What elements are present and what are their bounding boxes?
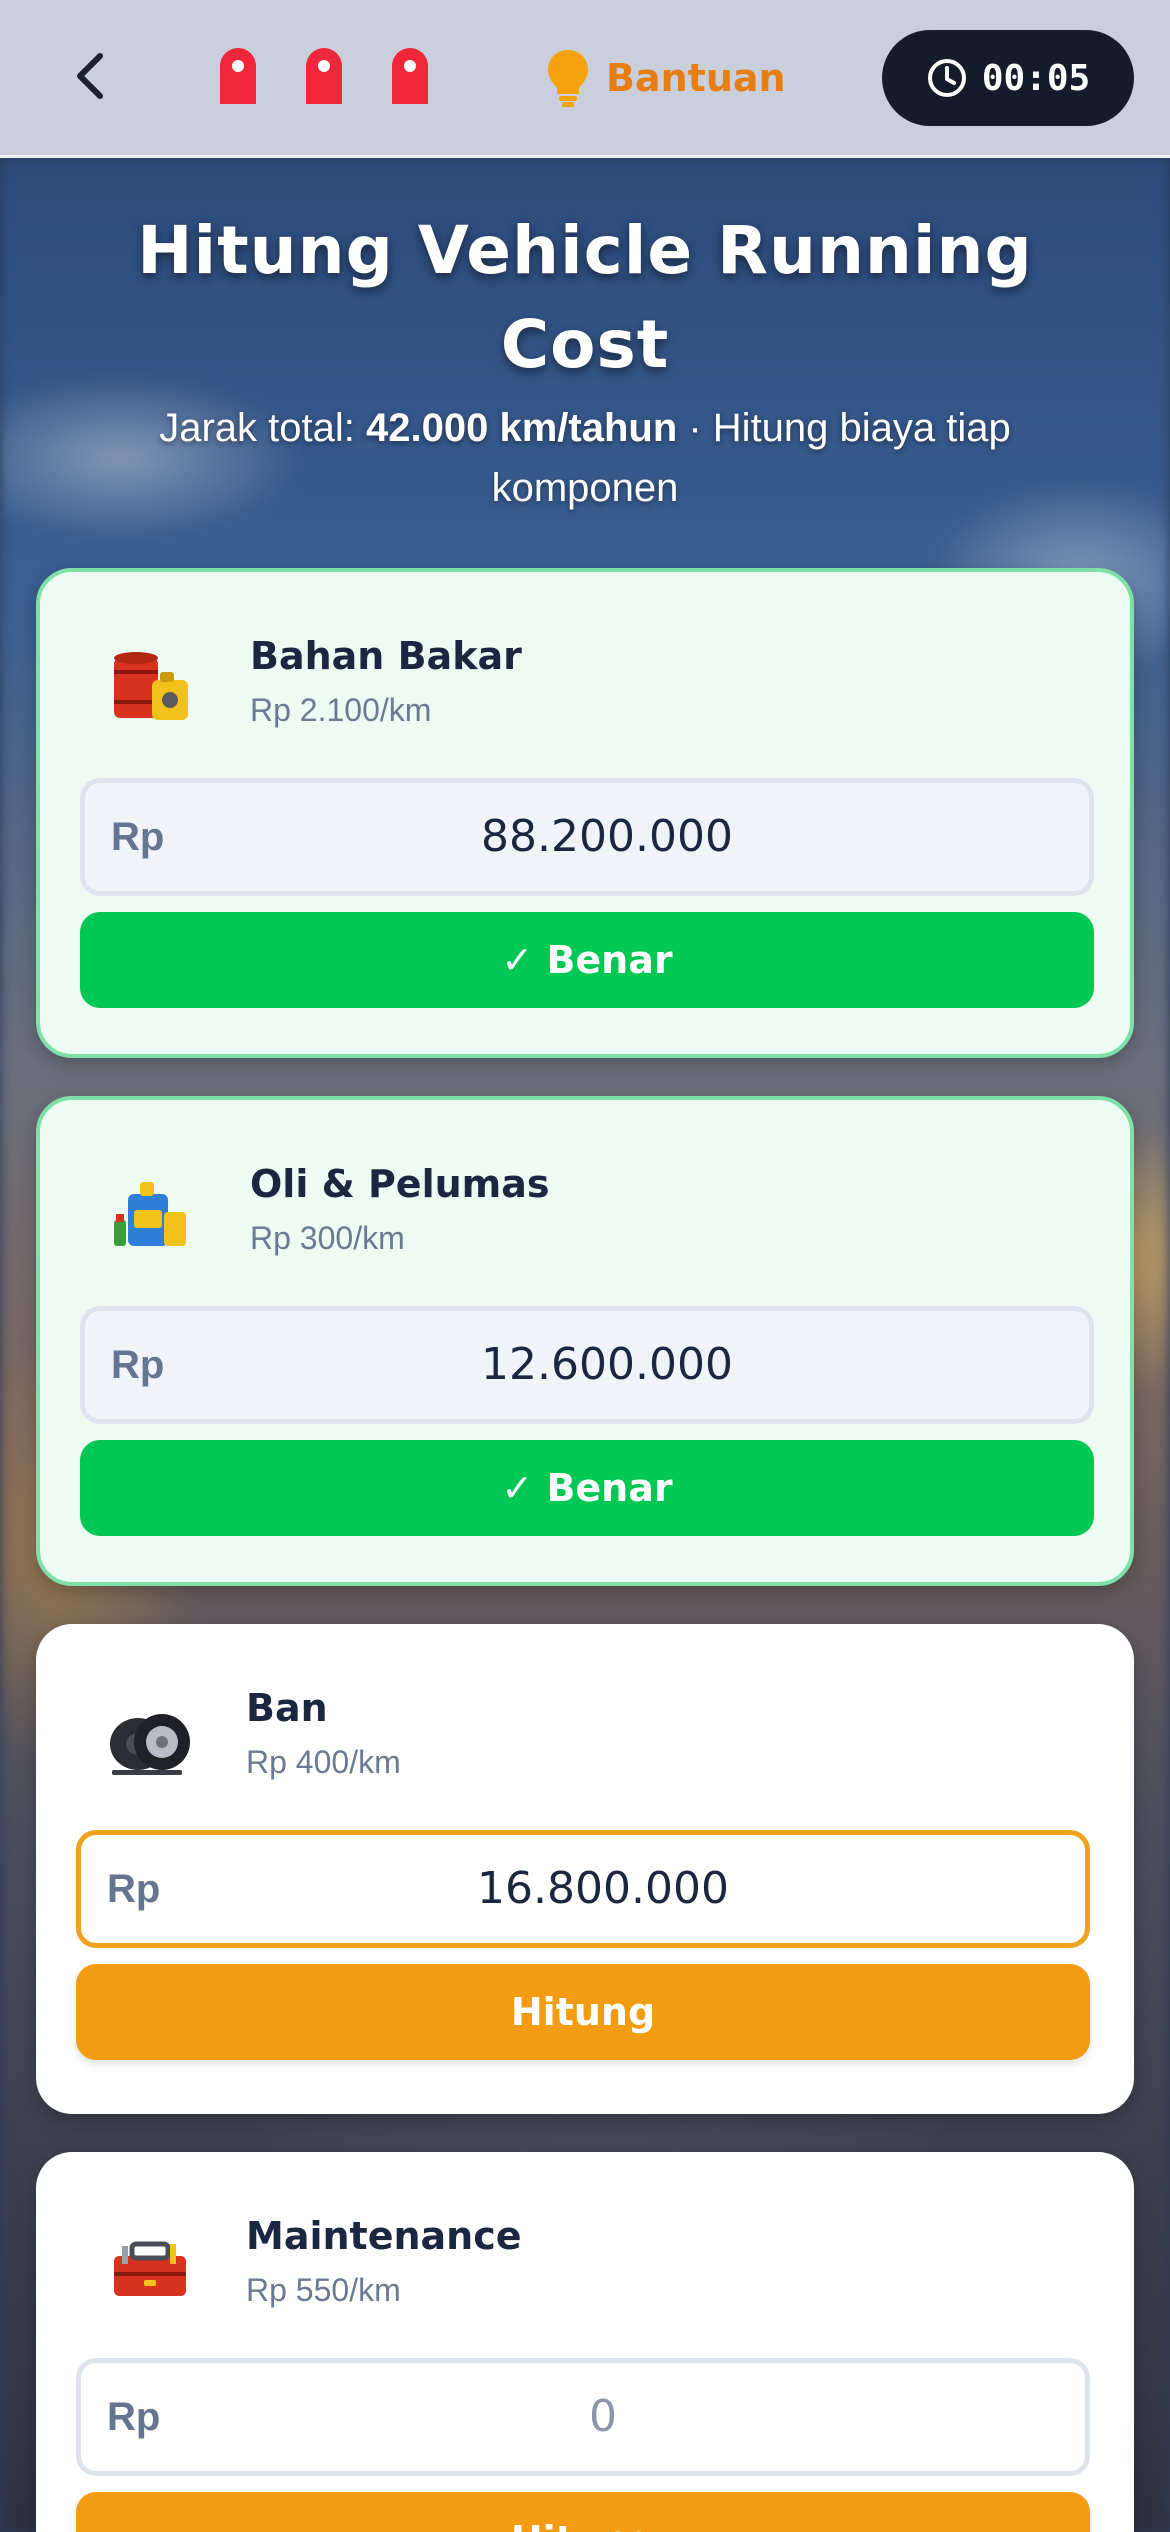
correct-button[interactable]: ✓ Benar <box>80 912 1094 1008</box>
total-distance: 42.000 km/tahun <box>366 406 678 450</box>
calculate-button[interactable]: Hitung <box>76 1964 1090 2060</box>
amount-input[interactable]: Rp 12.600.000 <box>80 1306 1094 1424</box>
amount-input[interactable]: Rp 0 <box>76 2358 1090 2476</box>
amount-input[interactable]: Rp 88.200.000 <box>80 778 1094 896</box>
page-subtitle: Jarak total: 42.000 km/tahun · Hitung bi… <box>90 398 1080 518</box>
subtitle-separator: · <box>677 406 713 450</box>
timer: 00:05 <box>882 30 1134 126</box>
correct-button[interactable]: ✓ Benar <box>80 1440 1094 1536</box>
card-rate: Rp 550/km <box>246 2272 401 2308</box>
cost-card-oil: Oli & Pelumas Rp 300/km Rp 12.600.000 ✓ … <box>36 1096 1134 1586</box>
lightbulb-icon <box>548 50 588 107</box>
cost-card-tire: Ban Rp 400/km Rp 16.800.000 Hitung <box>36 1624 1134 2114</box>
calculate-button[interactable]: Hitung <box>76 2492 1090 2532</box>
help-button[interactable]: Bantuan <box>546 46 786 110</box>
timer-value: 00:05 <box>981 57 1091 99</box>
lives-indicator <box>216 46 432 104</box>
tire-icon <box>110 1714 190 1775</box>
oil-bottle-icon <box>114 1182 186 1246</box>
help-label: Bantuan <box>606 56 786 100</box>
amount-value: 88.200.000 <box>481 811 733 862</box>
amount-input[interactable]: Rp 16.800.000 <box>76 1830 1090 1948</box>
card-title: Bahan Bakar <box>250 634 522 678</box>
life-marker-icon <box>392 48 428 104</box>
page-title: Hitung Vehicle Running Cost <box>137 212 1033 383</box>
card-rate: Rp 2.100/km <box>250 692 432 728</box>
top-bar: Bantuan 00:05 <box>0 0 1170 158</box>
chevron-left-icon <box>77 53 103 99</box>
amount-value: 12.600.000 <box>481 1339 733 1390</box>
life-marker-icon <box>220 48 256 104</box>
card-title: Oli & Pelumas <box>250 1162 550 1206</box>
life-marker-icon <box>306 48 342 104</box>
card-rate: Rp 300/km <box>250 1220 405 1256</box>
card-rate: Rp 400/km <box>246 1744 401 1780</box>
card-title: Ban <box>246 1686 328 1730</box>
subtitle-prefix: Jarak total: <box>159 406 366 450</box>
cost-card-fuel: Bahan Bakar Rp 2.100/km Rp 88.200.000 ✓ … <box>36 568 1134 1058</box>
clock-icon <box>927 59 966 97</box>
amount-value: 16.800.000 <box>477 1863 729 1914</box>
fuel-barrel-icon <box>114 652 188 720</box>
card-title: Maintenance <box>246 2214 522 2258</box>
cost-card-maintenance: Maintenance Rp 550/km Rp 0 Hitung <box>36 2152 1134 2532</box>
back-button[interactable] <box>62 44 118 108</box>
amount-value: 0 <box>589 2391 617 2442</box>
toolbox-icon <box>114 2241 186 2296</box>
